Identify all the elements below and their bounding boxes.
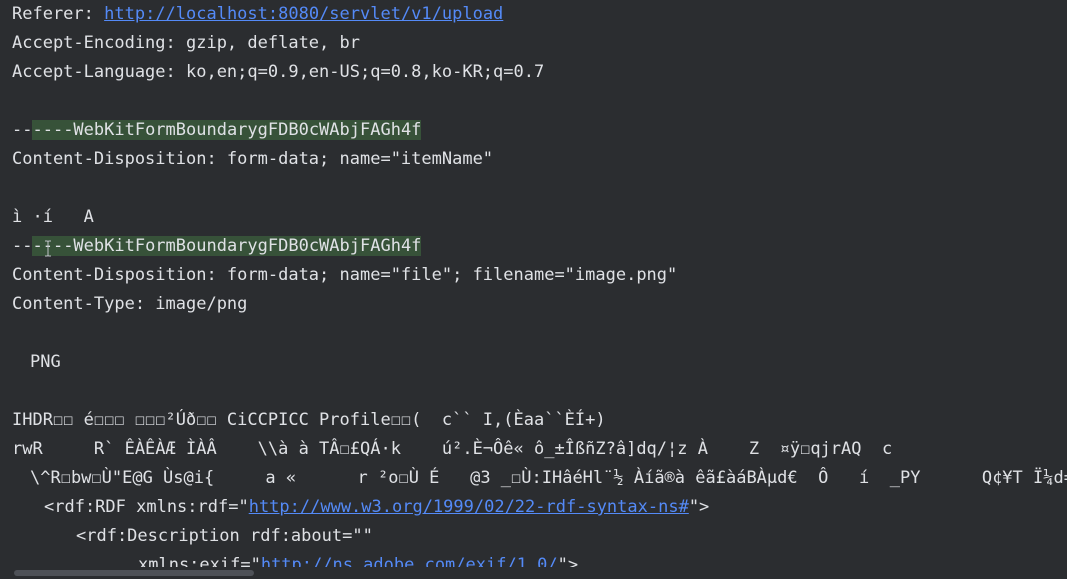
horizontal-scrollbar-thumb[interactable]	[14, 570, 254, 576]
header-referer: Referer: http://localhost:8080/servlet/v…	[12, 0, 1067, 29]
i-beam-cursor-icon	[45, 240, 51, 257]
xmp-rdf-open: <rdf:RDF xmlns:rdf="http://www.w3.org/19…	[12, 493, 1067, 522]
png-signature: PNG	[30, 352, 61, 372]
horizontal-scrollbar[interactable]	[0, 567, 1067, 579]
binary-line-2: rwR R` ÊÀÊÀÆ ÌÀÂ \\à à TÂ☐£QÁ·k ú².È¬Ôê«…	[12, 439, 893, 459]
boundary-line-1: ------WebKitFormBoundarygFDB0cWAbjFAGh4f	[12, 116, 1067, 145]
header-accept-encoding: Accept-Encoding: gzip, deflate, br	[12, 33, 360, 53]
item-name-value: ì ·í A	[12, 207, 94, 227]
boundary-token-highlight: ----WebKitFormBoundarygFDB0cWAbjFAGh4f	[32, 120, 422, 140]
boundary-prefix: --	[12, 120, 33, 140]
rdf-open-prefix: <rdf:RDF xmlns:rdf="	[44, 497, 249, 517]
referer-url-link[interactable]: http://localhost:8080/servlet/v1/upload	[104, 4, 503, 24]
boundary-token-highlight: ----WebKitFormBoundarygFDB0cWAbjFAGh4f	[32, 236, 422, 256]
boundary-line-2: ------WebKitFormBoundarygFDB0cWAbjFAGh4f	[12, 232, 1067, 261]
console-output: Referer: http://localhost:8080/servlet/v…	[0, 0, 1067, 579]
referer-key: Referer:	[12, 4, 105, 24]
binary-line-3: \^R☐bw☐Ù"E@G Ùs@i{ a « r ²o☐Ù É @3 _☐Ù:I…	[30, 468, 1067, 488]
binary-line-1: IHDR☐☐ é☐☐☐ ☐☐☐²Úð☐☐ CiCCPICC Profile☐☐(…	[12, 410, 606, 430]
file-content-type: Content-Type: image/png	[12, 294, 248, 314]
xmp-description-open: <rdf:Description rdf:about=""	[76, 526, 373, 546]
file-disposition: Content-Disposition: form-data; name="fi…	[12, 265, 678, 285]
item-name-disposition: Content-Disposition: form-data; name="it…	[12, 149, 494, 169]
rdf-namespace-link[interactable]: http://www.w3.org/1999/02/22-rdf-syntax-…	[249, 497, 689, 517]
header-accept-language: Accept-Language: ko,en;q=0.9,en-US;q=0.8…	[12, 62, 545, 82]
console-lines: Referer: http://localhost:8080/servlet/v…	[12, 0, 1067, 579]
rdf-open-suffix: ">	[688, 497, 710, 517]
boundary-prefix: --	[12, 236, 33, 256]
